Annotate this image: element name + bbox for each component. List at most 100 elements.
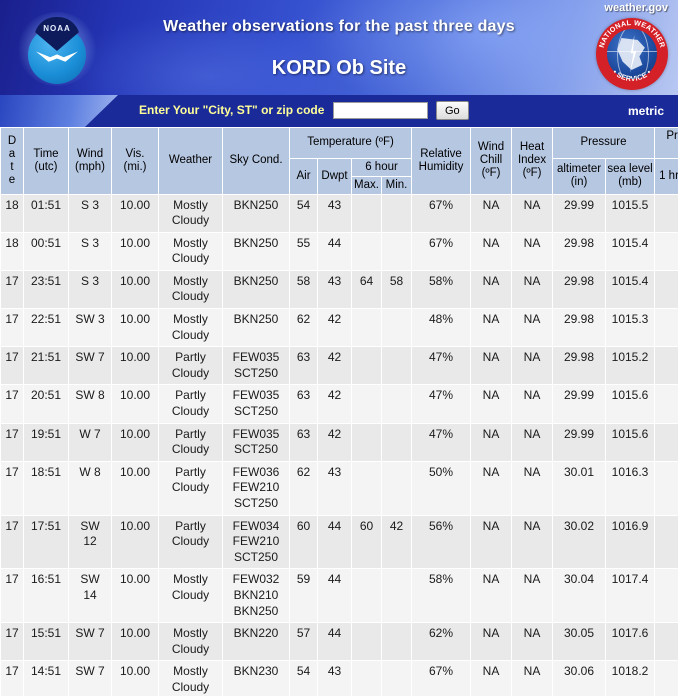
cell-dewpoint: 43 bbox=[318, 461, 351, 515]
cell-six-hour-min: 42 bbox=[382, 515, 412, 569]
cell-sea-level: 1015.3 bbox=[606, 309, 655, 347]
cell-precip-1hr bbox=[655, 270, 678, 309]
cell-time: 17:51 bbox=[24, 515, 68, 569]
cell-visibility: 10.00 bbox=[112, 385, 158, 423]
table-row: 17 15:51 SW 7 10.00 Mostly Cloudy BKN220 57 44 6… bbox=[1, 623, 678, 661]
cell-sky-cond: FEW035 SCT250 bbox=[223, 385, 289, 423]
cell-altimeter: 29.99 bbox=[553, 385, 606, 423]
cell-air-temp: 62 bbox=[290, 461, 317, 515]
cell-weather: Partly Cloudy bbox=[159, 347, 222, 385]
cell-six-hour-min bbox=[382, 623, 412, 661]
cell-dewpoint: 42 bbox=[318, 347, 351, 385]
cell-air-temp: 54 bbox=[290, 194, 317, 232]
cell-air-temp: 55 bbox=[290, 232, 317, 270]
col-header-dewpoint: Dwpt bbox=[318, 158, 351, 194]
cell-time: 14:51 bbox=[24, 661, 68, 696]
cell-sea-level: 1016.3 bbox=[606, 461, 655, 515]
cell-dewpoint: 44 bbox=[318, 569, 351, 623]
cell-air-temp: 60 bbox=[290, 515, 317, 569]
cell-heat-index: NA bbox=[512, 461, 553, 515]
svg-text:• SERVICE •: • SERVICE • bbox=[611, 67, 653, 83]
cell-weather: Mostly Cloudy bbox=[159, 569, 222, 623]
col-header-time: Time (utc) bbox=[24, 128, 68, 194]
cell-sea-level: 1015.6 bbox=[606, 423, 655, 461]
svg-text:NATIONAL WEATHER: NATIONAL WEATHER bbox=[597, 18, 668, 49]
cell-six-hour-min bbox=[382, 309, 412, 347]
go-button[interactable]: Go bbox=[436, 101, 469, 120]
cell-weather: Mostly Cloudy bbox=[159, 194, 222, 232]
cell-six-hour-max: 60 bbox=[352, 515, 381, 569]
col-group-header-six-hour: 6 hour bbox=[352, 158, 412, 176]
cell-wind: S 3 bbox=[69, 232, 111, 270]
cell-altimeter: 29.98 bbox=[553, 347, 606, 385]
cell-relative-humidity: 58% bbox=[412, 270, 471, 309]
cell-air-temp: 63 bbox=[290, 423, 317, 461]
cell-date: 17 bbox=[1, 515, 23, 569]
col-header-visibility: Vis. (mi.) bbox=[112, 128, 158, 194]
cell-visibility: 10.00 bbox=[112, 309, 158, 347]
cell-precip-1hr bbox=[655, 569, 678, 623]
cell-precip-1hr bbox=[655, 347, 678, 385]
table-row: 17 22:51 SW 3 10.00 Mostly Cloudy BKN250 62 42 4… bbox=[1, 309, 678, 347]
cell-weather: Mostly Cloudy bbox=[159, 309, 222, 347]
cell-air-temp: 57 bbox=[290, 623, 317, 661]
cell-date: 17 bbox=[1, 423, 23, 461]
cell-wind-chill: NA bbox=[471, 309, 512, 347]
cell-precip-1hr bbox=[655, 385, 678, 423]
col-header-sea-level: sea level (mb) bbox=[606, 158, 655, 194]
weather-gov-link[interactable]: weather.gov bbox=[604, 2, 668, 14]
cell-air-temp: 62 bbox=[290, 309, 317, 347]
cell-time: 00:51 bbox=[24, 232, 68, 270]
cell-sky-cond: FEW035 SCT250 bbox=[223, 347, 289, 385]
cell-altimeter: 29.98 bbox=[553, 232, 606, 270]
cell-wind: W 8 bbox=[69, 461, 111, 515]
cell-relative-humidity: 50% bbox=[412, 461, 471, 515]
cell-weather: Partly Cloudy bbox=[159, 423, 222, 461]
date-letter-3: e bbox=[8, 173, 16, 186]
cell-six-hour-max bbox=[352, 347, 381, 385]
col-header-wind-chill: Wind Chill (ºF) bbox=[471, 128, 512, 194]
cell-relative-humidity: 62% bbox=[412, 623, 471, 661]
cell-weather: Partly Cloudy bbox=[159, 461, 222, 515]
cell-air-temp: 59 bbox=[290, 569, 317, 623]
cell-time: 23:51 bbox=[24, 270, 68, 309]
cell-sky-cond: BKN250 bbox=[223, 270, 289, 309]
cell-six-hour-min bbox=[382, 423, 412, 461]
cell-dewpoint: 44 bbox=[318, 232, 351, 270]
cell-sea-level: 1017.4 bbox=[606, 569, 655, 623]
cell-precip-1hr bbox=[655, 623, 678, 661]
date-letter-0: D bbox=[7, 135, 17, 147]
col-header-weather: Weather bbox=[159, 128, 222, 194]
cell-six-hour-max bbox=[352, 309, 381, 347]
cell-precip-1hr bbox=[655, 515, 678, 569]
nws-logo[interactable]: NATIONAL WEATHER • SERVICE • bbox=[596, 18, 668, 90]
cell-date: 17 bbox=[1, 569, 23, 623]
cell-time: 15:51 bbox=[24, 623, 68, 661]
cell-air-temp: 54 bbox=[290, 661, 317, 696]
cell-sky-cond: FEW034 FEW210 SCT250 bbox=[223, 515, 289, 569]
cell-relative-humidity: 47% bbox=[412, 385, 471, 423]
cell-date: 17 bbox=[1, 309, 23, 347]
cell-sky-cond: BKN250 bbox=[223, 309, 289, 347]
table-header: D a t e Time (utc) Wind (mph) Vis. (mi.)… bbox=[1, 128, 678, 194]
cell-six-hour-max bbox=[352, 423, 381, 461]
cell-six-hour-min bbox=[382, 569, 412, 623]
search-input[interactable] bbox=[333, 102, 428, 119]
cell-heat-index: NA bbox=[512, 515, 553, 569]
cell-date: 17 bbox=[1, 623, 23, 661]
cell-dewpoint: 43 bbox=[318, 270, 351, 309]
search-label: Enter Your "City, ST" or zip code bbox=[139, 103, 325, 117]
cell-altimeter: 30.06 bbox=[553, 661, 606, 696]
col-group-header-temperature: Temperature (ºF) bbox=[290, 128, 412, 158]
metric-units-link[interactable]: metric bbox=[628, 104, 664, 118]
cell-weather: Mostly Cloudy bbox=[159, 623, 222, 661]
cell-air-temp: 63 bbox=[290, 385, 317, 423]
cell-wind-chill: NA bbox=[471, 347, 512, 385]
cell-precip-1hr bbox=[655, 309, 678, 347]
date-letter-1: a bbox=[8, 147, 16, 160]
cell-relative-humidity: 67% bbox=[412, 661, 471, 696]
cell-sea-level: 1017.6 bbox=[606, 623, 655, 661]
cell-wind: S 3 bbox=[69, 194, 111, 232]
cell-altimeter: 29.99 bbox=[553, 423, 606, 461]
cell-visibility: 10.00 bbox=[112, 515, 158, 569]
